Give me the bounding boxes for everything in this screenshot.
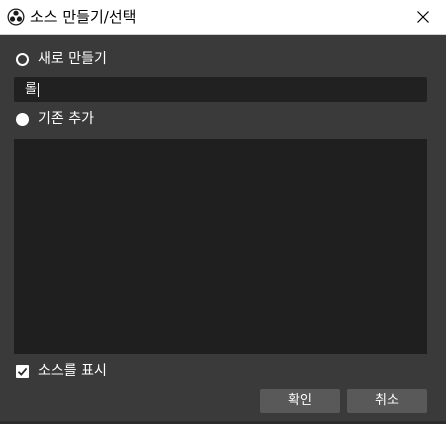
add-existing-radio[interactable] xyxy=(16,112,29,126)
make-visible-option[interactable]: 소스를 표시 xyxy=(16,361,107,381)
window-title: 소스 만들기/선택 xyxy=(30,8,137,26)
add-existing-option[interactable]: 기존 추가 xyxy=(16,109,94,129)
existing-sources-list[interactable] xyxy=(14,139,427,354)
close-button[interactable] xyxy=(400,0,446,34)
ok-button[interactable]: 확인 xyxy=(260,389,340,413)
create-new-radio[interactable] xyxy=(16,52,29,66)
cancel-button[interactable]: 취소 xyxy=(347,389,427,413)
checkmark-icon xyxy=(17,367,28,376)
source-name-input[interactable]: 롤 xyxy=(14,77,427,102)
add-existing-label: 기존 추가 xyxy=(38,111,94,127)
source-select-dialog: 소스 만들기/선택 새로 만들기 롤 기존 추가 소스를 표시 확인 취소 xyxy=(0,0,446,424)
title-bar[interactable]: 소스 만들기/선택 xyxy=(0,0,446,35)
obs-logo-icon xyxy=(7,8,25,26)
make-visible-checkbox[interactable] xyxy=(16,364,29,378)
make-visible-label: 소스를 표시 xyxy=(38,363,107,379)
text-caret xyxy=(37,82,39,97)
create-new-label: 새로 만들기 xyxy=(38,51,107,67)
close-icon xyxy=(417,8,429,27)
create-new-option[interactable]: 새로 만들기 xyxy=(16,49,107,69)
dialog-body: 새로 만들기 롤 기존 추가 소스를 표시 확인 취소 xyxy=(0,35,446,424)
source-name-value: 롤 xyxy=(25,82,37,97)
